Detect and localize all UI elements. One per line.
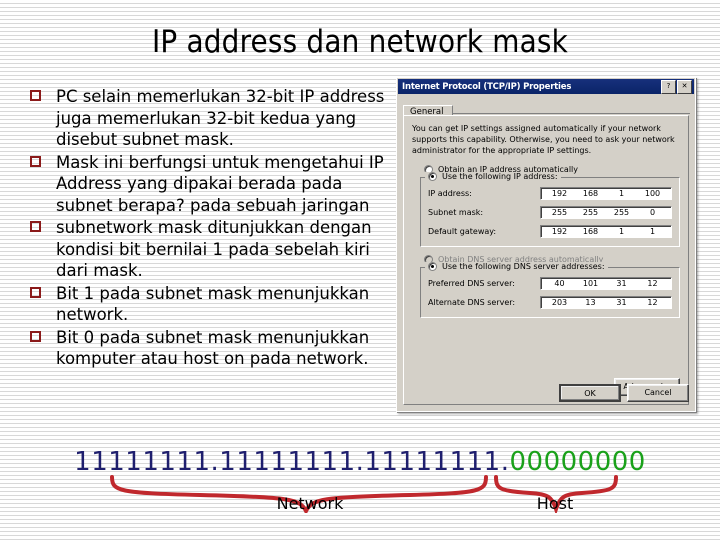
alternate-dns-row: Alternate DNS server: 203 13 31 12 <box>428 296 672 309</box>
radio-icon[interactable] <box>428 172 437 181</box>
ok-button[interactable]: OK <box>559 384 621 402</box>
list-item: Bit 0 pada subnet mask menunjukkan kompu… <box>30 327 400 370</box>
host-label: Host <box>536 494 574 513</box>
alternate-dns-label: Alternate DNS server: <box>428 298 516 307</box>
static-ip-group: Use the following IP address: IP address… <box>420 172 680 247</box>
octet-2: 168 <box>582 189 599 198</box>
octet-4: 100 <box>644 189 661 198</box>
close-icon[interactable]: ✕ <box>677 79 692 94</box>
default-gateway-label: Default gateway: <box>428 227 497 236</box>
octet-3: 1 <box>618 189 625 198</box>
dialog-footer: OK Cancel <box>403 381 689 405</box>
radio-label: Use the following DNS server addresses: <box>442 262 605 271</box>
square-bullet-icon <box>30 221 41 232</box>
subnet-mask-row: Subnet mask: 255 255 255 0 <box>428 206 672 219</box>
octet-2: 255 <box>582 208 599 217</box>
square-bullet-icon <box>30 286 41 298</box>
square-bullet-icon <box>30 155 41 167</box>
octet-2: 101 <box>582 279 599 288</box>
octet-1: 192 <box>551 227 568 236</box>
octet-3: 1 <box>618 227 625 236</box>
dialog-titlebar[interactable]: Internet Protocol (TCP/IP) Properties ? … <box>398 79 694 94</box>
subnet-mask-input[interactable]: 255 255 255 0 <box>540 206 672 219</box>
radio-use-following-ip[interactable]: Use the following IP address: <box>425 172 561 181</box>
square-bullet-icon <box>30 90 41 101</box>
octet-4: 1 <box>649 227 656 236</box>
octet-1: 40 <box>554 279 565 288</box>
slide: IP address dan network mask PC selain me… <box>0 0 720 540</box>
octet-3: 31 <box>616 279 627 288</box>
ip-address-label: IP address: <box>428 189 472 198</box>
tab-strip: General <box>403 99 690 119</box>
preferred-dns-input[interactable]: 40 101 31 12 <box>540 277 672 290</box>
intro-text: You can get IP settings assigned automat… <box>412 124 675 155</box>
help-icon[interactable]: ? <box>661 79 676 94</box>
radio-label: Use the following IP address: <box>442 172 558 181</box>
list-item-text: Bit 0 pada subnet mask menunjukkan kompu… <box>56 327 370 369</box>
octet-1: 192 <box>551 189 568 198</box>
octet-1: 255 <box>551 208 568 217</box>
octet-1: 203 <box>551 298 568 307</box>
list-item-text: Bit 1 pada subnet mask menunjukkan netwo… <box>56 283 370 325</box>
preferred-dns-label: Preferred DNS server: <box>428 279 515 288</box>
list-item: PC selain memerlukan 32-bit IP address j… <box>30 86 400 151</box>
preferred-dns-row: Preferred DNS server: 40 101 31 12 <box>428 277 672 290</box>
default-gateway-row: Default gateway: 192 168 1 1 <box>428 225 672 238</box>
list-item: subnetwork mask ditunjukkan dengan kondi… <box>30 217 400 282</box>
tcpip-properties-dialog: Internet Protocol (TCP/IP) Properties ? … <box>396 77 696 412</box>
square-bullet-icon <box>30 330 41 342</box>
list-item-text: PC selain memerlukan 32-bit IP address j… <box>56 87 385 149</box>
octet-4: 12 <box>647 279 658 288</box>
subnet-mask-label: Subnet mask: <box>428 208 484 217</box>
brace-labels: Network Host <box>0 494 720 524</box>
ip-address-row: IP address: 192 168 1 100 <box>428 187 672 200</box>
list-item-text: subnetwork mask ditunjukkan dengan kondi… <box>56 218 372 280</box>
static-dns-group: Use the following DNS server addresses: … <box>420 262 680 318</box>
page-title: IP address dan network mask <box>151 24 569 60</box>
list-item: Bit 1 pada subnet mask menunjukkan netwo… <box>30 283 400 326</box>
network-label: Network <box>276 494 344 513</box>
list-item-text: Mask ini berfungsi untuk mengetahui IP A… <box>56 152 384 215</box>
octet-3: 31 <box>616 298 627 307</box>
alternate-dns-input[interactable]: 203 13 31 12 <box>540 296 672 309</box>
octet-2: 13 <box>585 298 596 307</box>
octet-2: 168 <box>582 227 599 236</box>
general-panel: You can get IP settings assigned automat… <box>403 115 689 405</box>
octet-4: 0 <box>649 208 656 217</box>
ip-address-input[interactable]: 192 168 1 100 <box>540 187 672 200</box>
dialog-body: General You can get IP settings assigned… <box>397 95 695 410</box>
default-gateway-input[interactable]: 192 168 1 1 <box>540 225 672 238</box>
octet-4: 12 <box>647 298 658 307</box>
bullet-list: PC selain memerlukan 32-bit IP address j… <box>30 86 400 371</box>
octet-3: 255 <box>613 208 630 217</box>
radio-use-following-dns[interactable]: Use the following DNS server addresses: <box>425 262 608 271</box>
radio-icon[interactable] <box>428 262 437 271</box>
list-item: Mask ini berfungsi untuk mengetahui IP A… <box>30 152 400 217</box>
cancel-button[interactable]: Cancel <box>627 384 689 402</box>
dialog-title: Internet Protocol (TCP/IP) Properties <box>402 81 572 92</box>
